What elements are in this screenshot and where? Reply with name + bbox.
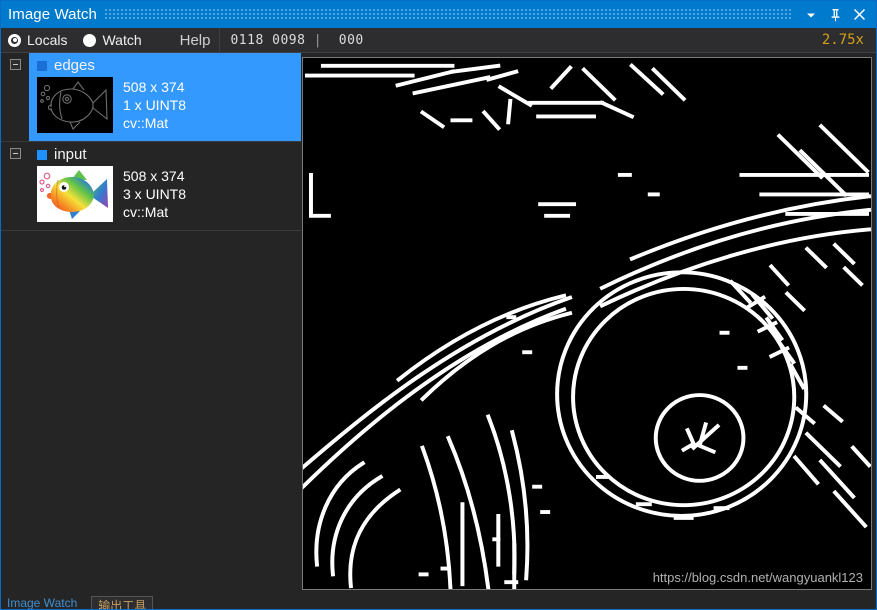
bottom-output-tool[interactable]: 输出工具	[91, 596, 154, 609]
viewport-container: https://blog.csdn.net/wangyuankl123	[301, 53, 876, 596]
input-thumbnail[interactable]	[37, 166, 113, 222]
chevron-down-icon[interactable]	[800, 4, 822, 26]
coord-y: 0098	[272, 32, 306, 48]
radio-locals-indicator	[8, 33, 21, 47]
image-dimensions: 508 x 374	[123, 168, 185, 184]
drag-grip[interactable]	[104, 9, 792, 20]
image-type: 3 x UINT8	[123, 186, 187, 202]
expander-column	[1, 53, 29, 70]
main-body: edges 508 x 374 1 x UINT8 cv::Mat input …	[1, 53, 876, 596]
pin-icon[interactable]	[824, 4, 846, 26]
image-class: cv::Mat	[123, 204, 169, 220]
tree-item-edges[interactable]: edges 508 x 374 1 x UINT8 cv::Mat	[29, 53, 301, 141]
window-title: Image Watch	[8, 6, 97, 23]
variable-metadata: 508 x 374 1 x UINT8 cv::Mat	[123, 77, 186, 133]
tree-row[interactable]: edges 508 x 374 1 x UINT8 cv::Mat	[1, 53, 301, 141]
mode-radio-group: Locals Watch	[1, 32, 142, 48]
pixel-value: 000	[338, 32, 364, 48]
cursor-coordinates: 0118 0098 | 000	[220, 33, 363, 48]
variable-name: input	[54, 146, 87, 163]
tree-item-body: 508 x 374 3 x UINT8 cv::Mat	[33, 166, 297, 222]
tree-item-input[interactable]: input 508 x 374 3 x UINT8 cv::Mat	[29, 142, 301, 230]
coord-x: 0118	[230, 32, 264, 48]
bottom-tab-strip: Image Watch 输出工具	[1, 596, 876, 609]
toolbar: Locals Watch Help 0118 0098 | 000 2.75x	[1, 27, 876, 53]
variable-metadata: 508 x 374 3 x UINT8 cv::Mat	[123, 166, 186, 222]
image-watch-window: Image Watch Locals Watch Help 0118 0098 …	[0, 0, 877, 610]
tree-item-header: edges	[33, 55, 297, 77]
radio-watch-indicator	[83, 33, 97, 47]
help-link[interactable]: Help	[180, 32, 211, 49]
title-bar: Image Watch	[1, 1, 876, 28]
image-viewport[interactable]: https://blog.csdn.net/wangyuankl123	[302, 57, 872, 590]
tree-divider	[1, 230, 301, 231]
tree-item-header: input	[33, 144, 297, 166]
radio-watch[interactable]: Watch	[83, 32, 142, 48]
image-type: 1 x UINT8	[123, 97, 187, 113]
variable-color-swatch	[37, 149, 47, 160]
image-dimensions: 508 x 374	[123, 79, 185, 95]
bottom-tab-image-watch[interactable]: Image Watch	[1, 596, 77, 609]
radio-locals[interactable]: Locals	[8, 32, 67, 48]
radio-watch-label: Watch	[102, 32, 142, 48]
zoom-level-label: 2.75x	[821, 32, 864, 48]
tree-item-body: 508 x 374 1 x UINT8 cv::Mat	[33, 77, 297, 133]
tree-row[interactable]: input 508 x 374 3 x UINT8 cv::Mat	[1, 142, 301, 230]
collapse-icon[interactable]	[9, 148, 21, 159]
coord-divider: |	[313, 32, 323, 48]
title-bar-buttons	[800, 4, 876, 26]
close-icon[interactable]	[848, 4, 870, 26]
edge-image-render	[303, 58, 871, 589]
collapse-icon[interactable]	[9, 59, 21, 70]
variable-name: edges	[54, 57, 95, 74]
radio-locals-label: Locals	[27, 32, 68, 48]
edges-thumbnail[interactable]	[37, 77, 113, 133]
image-class: cv::Mat	[123, 115, 169, 131]
variable-tree-pane[interactable]: edges 508 x 374 1 x UINT8 cv::Mat input …	[1, 53, 301, 596]
expander-column	[1, 142, 29, 159]
variable-color-swatch	[37, 60, 47, 71]
